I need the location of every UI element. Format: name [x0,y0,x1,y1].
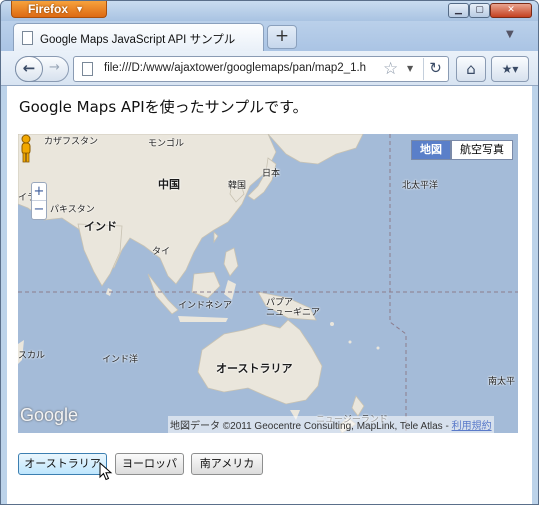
chevron-down-icon: ▼ [75,4,84,14]
navigation-bar: ← → file:///D:/www/ajaxtower/googlemaps/… [1,51,538,86]
maximize-button[interactable]: ▢ [469,3,490,18]
zoom-out-button[interactable]: − [32,201,46,219]
map-label-korea: 韓国 [228,181,247,191]
zoom-in-button[interactable]: + [32,183,46,201]
home-button[interactable]: ⌂ [456,56,486,82]
map-label-china: 中国 [158,178,180,191]
map-type-map-button[interactable]: 地図 [411,140,451,160]
map-label-mongolia: モンゴル [148,139,185,149]
google-map[interactable]: カザフスタン モンゴル 中国 韓国 日本 北太平洋 イラ パキスタン インド タ… [18,134,518,433]
page-content: Google Maps APIを使ったサンプルです。 カザフスタン モンゴル 中… [7,86,532,504]
attribution-text: 地図データ ©2011 Geocentre Consulting, MapLin… [170,421,452,432]
minimize-button[interactable]: ▁ [448,3,469,18]
url-bar[interactable]: file:///D:/www/ajaxtower/googlemaps/pan/… [73,56,449,82]
map-label-madagascar: スカル [18,351,46,361]
url-dropdown-icon[interactable]: ▼ [407,64,413,73]
bookmarks-button[interactable]: ★▾ [491,56,529,82]
forward-button[interactable]: → [49,60,60,75]
new-tab-button[interactable]: + [267,25,297,49]
url-text[interactable]: file:///D:/www/ajaxtower/googlemaps/pan/… [104,62,380,74]
tab-active[interactable]: Google Maps JavaScript API サンプル [13,23,264,51]
page-heading: Google Maps APIを使ったサンプルです。 [19,98,308,116]
south-america-button[interactable]: 南アメリカ [191,453,263,475]
tab-strip: Google Maps JavaScript API サンプル + ▼ [1,21,538,51]
map-label-indonesia: インドネシア [178,301,233,311]
europe-button[interactable]: ヨーロッパ [115,453,184,475]
browser-window: Firefox ▼ ▁ ▢ ✕ Google Maps JavaScript AP… [0,0,539,505]
map-label-thailand: タイ [152,247,171,257]
back-forward-group: ← → [15,56,69,82]
terms-link[interactable]: 利用規約 [452,421,492,432]
map-label-papua-new-guinea: パプア ニューギニア [266,298,321,318]
map-type-satellite-button[interactable]: 航空写真 [451,140,513,160]
firefox-menu-button[interactable]: Firefox ▼ [11,1,107,18]
map-label-australia: オーストラリア [216,362,293,375]
zoom-control: + − [31,182,47,220]
map-label-pakistan: パキスタン [50,205,95,215]
back-button[interactable]: ← [15,56,43,82]
title-bar: Firefox ▼ ▁ ▢ ✕ [1,1,538,21]
australia-button[interactable]: オーストラリア [18,453,107,475]
map-label-north-pacific: 北太平洋 [402,181,439,191]
pegman-icon[interactable] [18,134,34,164]
map-label-india: インド [84,220,117,233]
mouse-cursor-icon [99,462,113,481]
bookmark-star-icon[interactable]: ☆ [383,59,398,79]
map-label-south-pacific: 南太平 [488,377,516,387]
map-label-kazakhstan: カザフスタン [44,137,99,147]
reload-icon[interactable]: ↻ [423,58,447,80]
close-button[interactable]: ✕ [490,3,532,18]
tab-list-icon[interactable]: ▼ [506,29,514,40]
firefox-menu-label: Firefox [28,2,69,16]
map-attribution: 地図データ ©2011 Geocentre Consulting, MapLin… [168,416,494,433]
page-icon [82,62,93,76]
tab-title: Google Maps JavaScript API サンプル [40,34,236,46]
google-logo: Google [20,405,79,425]
page-icon [22,31,33,45]
map-label-indian-ocean: インド洋 [102,355,139,365]
map-label-japan: 日本 [262,169,281,179]
